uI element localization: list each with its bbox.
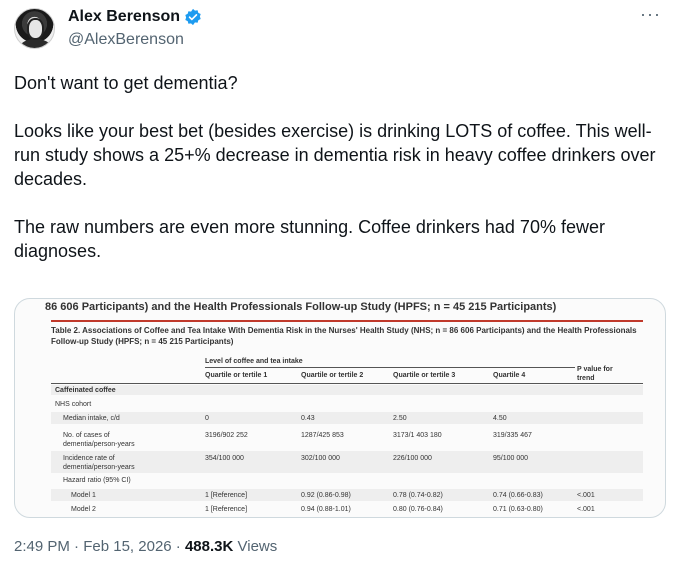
table-section-shade xyxy=(51,385,643,395)
tweet-media-image[interactable]: 86 606 Participants) and the Health Prof… xyxy=(14,298,666,518)
table-cell: 4.50 xyxy=(493,415,507,422)
table-group-rule xyxy=(205,367,575,368)
table-cell: 0.74 (0.66-0.83) xyxy=(493,492,543,499)
tweet-footer: 2:49 PM · Feb 15, 2026 · 488.3K Views xyxy=(14,538,277,555)
table-cell: 0.80 (0.76-0.84) xyxy=(393,506,443,513)
author-display-name[interactable]: Alex Berenson xyxy=(68,8,180,26)
table-red-rule xyxy=(51,320,643,322)
author-handle[interactable]: @AlexBerenson xyxy=(68,31,184,49)
table-row-label: Incidence rate of dementia/person-years xyxy=(63,455,135,471)
table-group-header: Level of coffee and tea intake xyxy=(205,358,303,365)
more-options-icon[interactable]: ··· xyxy=(640,4,661,25)
table-cell: 1287/425 853 xyxy=(301,432,344,439)
table-cell: 0.92 (0.86-0.98) xyxy=(301,492,351,499)
table-col-header-2: Quartile or tertile 2 xyxy=(301,372,364,379)
tweet-paragraph-3: The raw numbers are even more stunning. … xyxy=(14,217,605,261)
table-col-header-1: Quartile or tertile 1 xyxy=(205,372,268,379)
views-label: Views xyxy=(237,538,278,555)
table-row-label: No. of cases of dementia/person-years xyxy=(63,432,135,448)
author-name-row[interactable]: Alex Berenson xyxy=(68,8,202,26)
avatar-face xyxy=(27,18,44,40)
tweet-paragraph-1: Don't want to get dementia? xyxy=(14,73,238,93)
separator-dot: · xyxy=(74,538,84,555)
tweet-time[interactable]: 2:49 PM xyxy=(14,538,70,555)
avatar[interactable] xyxy=(14,8,55,49)
table-cohort-label: NHS cohort xyxy=(55,401,92,408)
avatar-shoulders xyxy=(20,39,51,48)
table-cell: 0 xyxy=(205,415,209,422)
table-header-rule xyxy=(51,383,643,384)
table-row-label: Median intake, c/d xyxy=(63,415,120,422)
table-cell: 3196/902 252 xyxy=(205,432,248,439)
table-cell: 319/335 467 xyxy=(493,432,532,439)
table-cell: 3173/1 403 180 xyxy=(393,432,442,439)
views-count: 488.3K xyxy=(184,538,234,555)
table-row-label: Model 1 xyxy=(71,492,96,499)
table-section-label: Caffeinated coffee xyxy=(55,387,116,394)
table-col-header-4: Quartile 4 xyxy=(493,372,526,379)
table-p-value-header: P value for trend xyxy=(577,366,613,382)
tweet-text: Don't want to get dementia? Looks like y… xyxy=(14,71,664,263)
verified-badge-icon xyxy=(185,8,201,26)
media-caption-top: 86 606 Participants) and the Health Prof… xyxy=(45,301,557,313)
table-cell: 226/100 000 xyxy=(393,455,432,462)
table-cell: 0.71 (0.63-0.80) xyxy=(493,506,543,513)
table-cell: <.001 xyxy=(577,492,595,499)
table-title: Table 2. Associations of Coffee and Tea … xyxy=(51,326,637,346)
table-cell: 0.43 xyxy=(301,415,315,422)
table-row-label: Hazard ratio (95% CI) xyxy=(63,477,131,484)
table-cell: 1 [Reference] xyxy=(205,492,248,499)
table-cell: 302/100 000 xyxy=(301,455,340,462)
table-cell: 1 [Reference] xyxy=(205,506,248,513)
tweet-date[interactable]: Feb 15, 2026 xyxy=(83,538,171,555)
table-row-label: Model 2 xyxy=(71,506,96,513)
table-cell: <.001 xyxy=(577,506,595,513)
separator-dot: · xyxy=(175,538,185,555)
table-cell: 2.50 xyxy=(393,415,407,422)
tweet-paragraph-2: Looks like your best bet (besides exerci… xyxy=(14,121,656,189)
table-cell: 95/100 000 xyxy=(493,455,529,462)
table-col-header-3: Quartile or tertile 3 xyxy=(393,372,456,379)
table-cell: 354/100 000 xyxy=(205,455,244,462)
table-row-shade-1 xyxy=(51,412,643,424)
table-cell: 0.94 (0.88-1.01) xyxy=(301,506,351,513)
table-cell: 0.78 (0.74-0.82) xyxy=(393,492,443,499)
